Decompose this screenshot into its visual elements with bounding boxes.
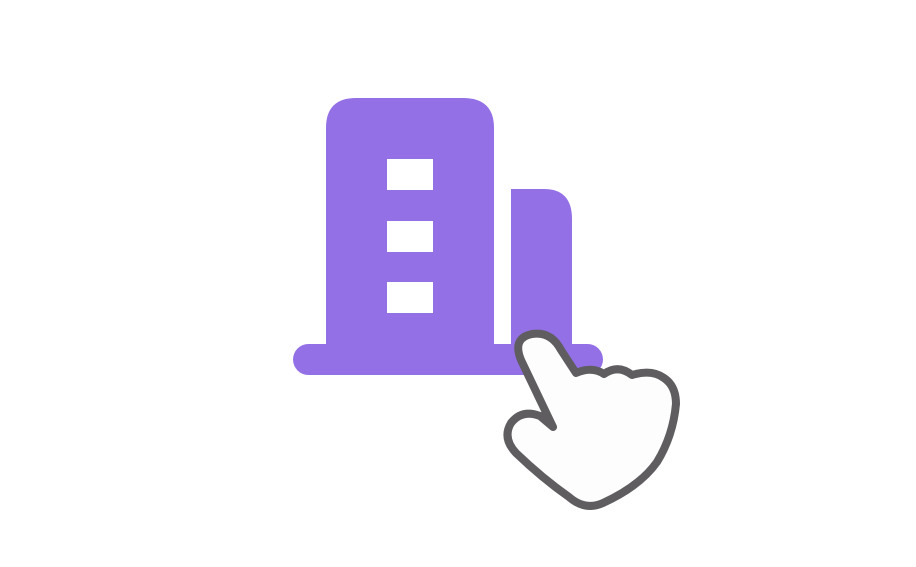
building-window-bottom — [387, 282, 433, 313]
office-building-icon[interactable] — [293, 98, 603, 375]
building-window-top — [387, 159, 433, 190]
building-window-middle — [387, 221, 433, 252]
illustration-stage — [0, 0, 916, 567]
building-click-illustration — [293, 98, 680, 510]
building-side-annex — [511, 189, 572, 345]
